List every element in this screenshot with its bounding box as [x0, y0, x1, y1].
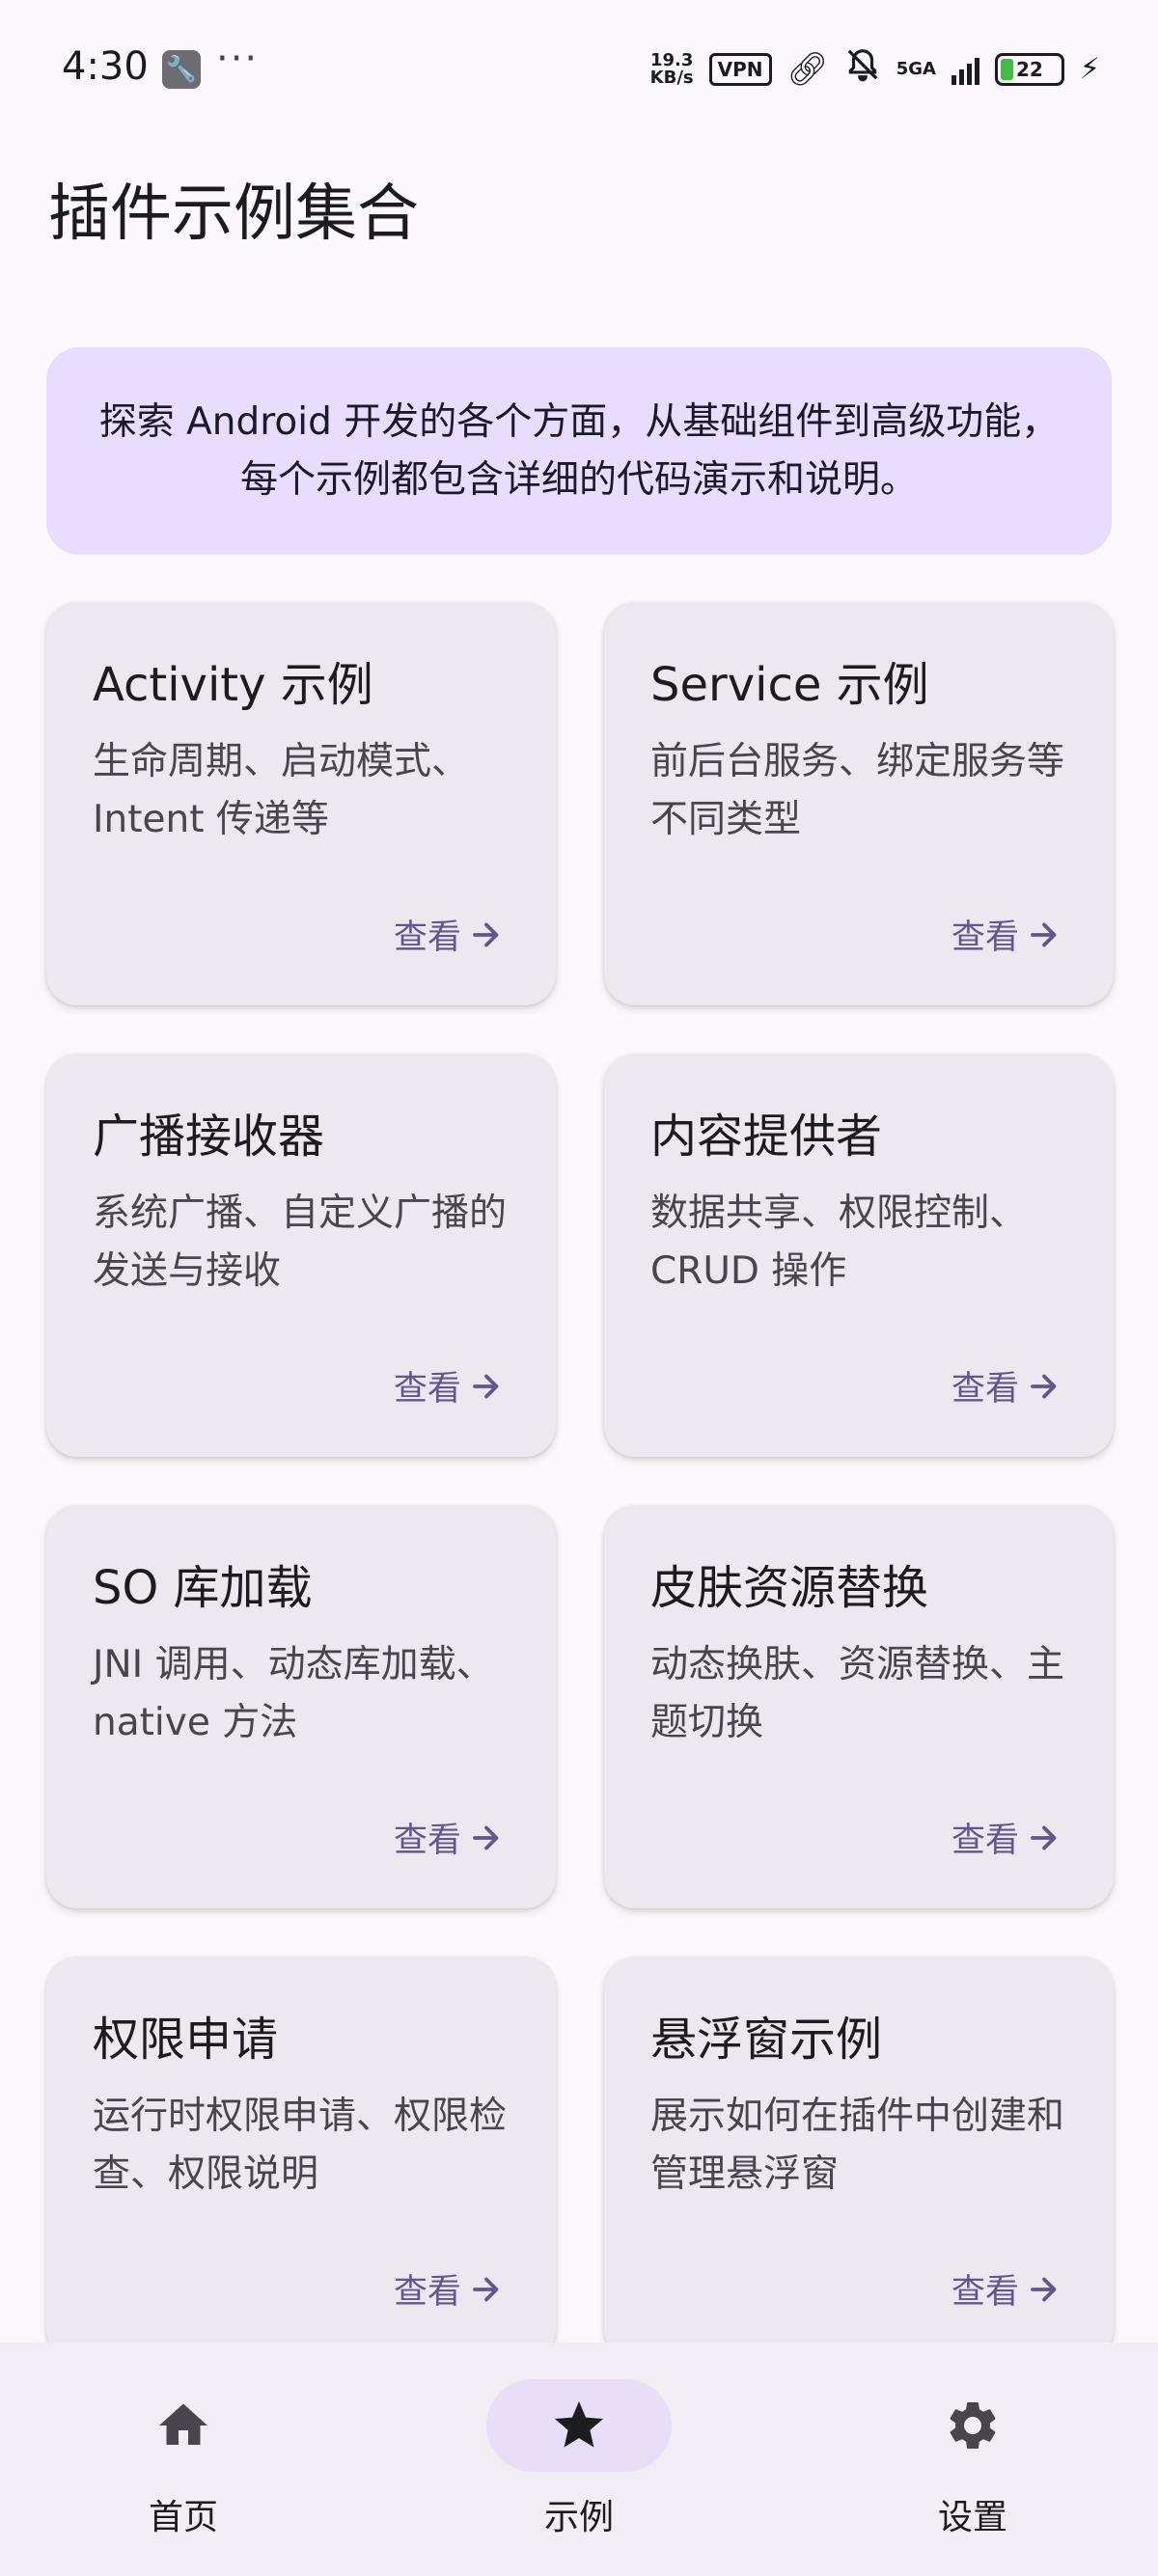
card-skin-resources[interactable]: 皮肤资源替换 动态换肤、资源替换、主题切换 查看	[604, 1505, 1114, 1908]
card-title: 内容提供者	[650, 1110, 883, 1164]
card-description: 生命周期、启动模式、Intent 传递等	[93, 740, 470, 841]
arrow-right-icon	[1031, 1374, 1057, 1398]
view-label: 查看	[951, 1370, 1019, 1409]
status-bar: 4:30 🔧 ··· 19.3 KB/s VPN 🔗︎ 5GA 22 ⚡︎	[0, 0, 1158, 140]
nav-label: 首页	[148, 2498, 218, 2537]
signal-icon	[951, 54, 979, 85]
status-icons: 19.3 KB/s VPN 🔗︎ 5GA 22 ⚡︎	[650, 46, 1100, 92]
star-icon	[555, 2401, 603, 2448]
more-notifications-icon: ···	[216, 37, 260, 81]
nav-indicator	[91, 2379, 276, 2472]
battery-level: 22	[1016, 57, 1043, 81]
card-so-library[interactable]: SO 库加载 JNI 调用、动态库加载、native 方法 查看	[46, 1505, 556, 1908]
view-link[interactable]: 查看	[951, 2264, 1062, 2314]
network-speed: 19.3 KB/s	[649, 49, 694, 88]
bottom-navigation: 首页 示例 设置	[0, 2343, 1158, 2576]
bell-muted-icon	[844, 46, 881, 92]
card-title: Service 示例	[650, 658, 929, 712]
nav-label: 示例	[543, 2498, 614, 2537]
nav-indicator-active	[486, 2379, 672, 2472]
view-label: 查看	[393, 1822, 461, 1860]
nav-indicator	[880, 2379, 1065, 2472]
view-label: 查看	[951, 2273, 1019, 2312]
card-title: 皮肤资源替换	[650, 1561, 929, 1615]
gear-icon	[950, 2402, 996, 2449]
charging-icon: ⚡︎	[1079, 52, 1100, 86]
view-link[interactable]: 查看	[951, 910, 1062, 959]
card-title: Activity 示例	[93, 658, 373, 712]
vpn-icon: VPN	[708, 52, 772, 86]
wrench-icon: 🔧	[162, 50, 201, 89]
nav-label: 设置	[937, 2498, 1007, 2537]
arrow-right-icon	[1031, 1825, 1057, 1850]
card-title: 悬浮窗示例	[650, 2013, 883, 2067]
examples-grid: Activity 示例 生命周期、启动模式、Intent 传递等 查看 Serv…	[46, 602, 1114, 2360]
card-description: 前后台服务、绑定服务等不同类型	[650, 740, 1065, 841]
nav-item-examples[interactable]: 示例	[454, 2379, 704, 2553]
card-service[interactable]: Service 示例 前后台服务、绑定服务等不同类型 查看	[604, 602, 1114, 1005]
card-permissions[interactable]: 权限申请 运行时权限申请、权限检查、权限说明 查看	[46, 1957, 556, 2360]
link-icon: 🔗︎	[786, 49, 829, 89]
view-link[interactable]: 查看	[951, 1361, 1062, 1411]
card-floating-window[interactable]: 悬浮窗示例 展示如何在插件中创建和管理悬浮窗 查看	[604, 1957, 1114, 2360]
view-label: 查看	[951, 918, 1019, 957]
view-link[interactable]: 查看	[951, 1813, 1062, 1862]
network-type: 5GA	[896, 58, 936, 79]
arrow-right-icon	[473, 1374, 499, 1398]
view-label: 查看	[393, 1370, 461, 1409]
view-link[interactable]: 查看	[394, 1361, 504, 1411]
arrow-right-icon	[1031, 922, 1057, 946]
page-title: 插件示例集合	[48, 178, 419, 250]
home-icon	[159, 2403, 207, 2445]
view-link[interactable]: 查看	[394, 2264, 504, 2314]
arrow-right-icon	[473, 1825, 499, 1850]
card-broadcast-receiver[interactable]: 广播接收器 系统广播、自定义广播的发送与接收 查看	[46, 1054, 556, 1457]
card-description: 运行时权限申请、权限检查、权限说明	[93, 2095, 508, 2196]
card-title: 广播接收器	[93, 1110, 325, 1164]
nav-item-settings[interactable]: 设置	[847, 2379, 1098, 2553]
card-description: 数据共享、权限控制、CRUD 操作	[650, 1192, 1028, 1293]
arrow-right-icon	[473, 922, 499, 946]
battery-icon: 22	[994, 52, 1064, 86]
card-title: 权限申请	[93, 2013, 279, 2067]
card-title: SO 库加载	[93, 1561, 313, 1615]
view-label: 查看	[393, 918, 461, 957]
view-label: 查看	[393, 2273, 461, 2312]
view-link[interactable]: 查看	[394, 1813, 504, 1862]
nav-item-home[interactable]: 首页	[58, 2379, 309, 2553]
card-description: JNI 调用、动态库加载、native 方法	[93, 1643, 494, 1744]
card-description: 动态换肤、资源替换、主题切换	[650, 1643, 1065, 1744]
arrow-right-icon	[1031, 2277, 1057, 2301]
intro-banner: 探索 Android 开发的各个方面，从基础组件到高级功能，每个示例都包含详细的…	[46, 347, 1112, 555]
view-link[interactable]: 查看	[394, 910, 504, 959]
view-label: 查看	[951, 1822, 1019, 1860]
card-activity[interactable]: Activity 示例 生命周期、启动模式、Intent 传递等 查看	[46, 602, 556, 1005]
card-content-provider[interactable]: 内容提供者 数据共享、权限控制、CRUD 操作 查看	[604, 1054, 1114, 1457]
status-time: 4:30	[62, 44, 149, 89]
arrow-right-icon	[473, 2277, 499, 2301]
card-description: 系统广播、自定义广播的发送与接收	[93, 1192, 508, 1293]
card-description: 展示如何在插件中创建和管理悬浮窗	[650, 2095, 1065, 2196]
intro-text: 探索 Android 开发的各个方面，从基础组件到高级功能，每个示例都包含详细的…	[98, 399, 1060, 502]
